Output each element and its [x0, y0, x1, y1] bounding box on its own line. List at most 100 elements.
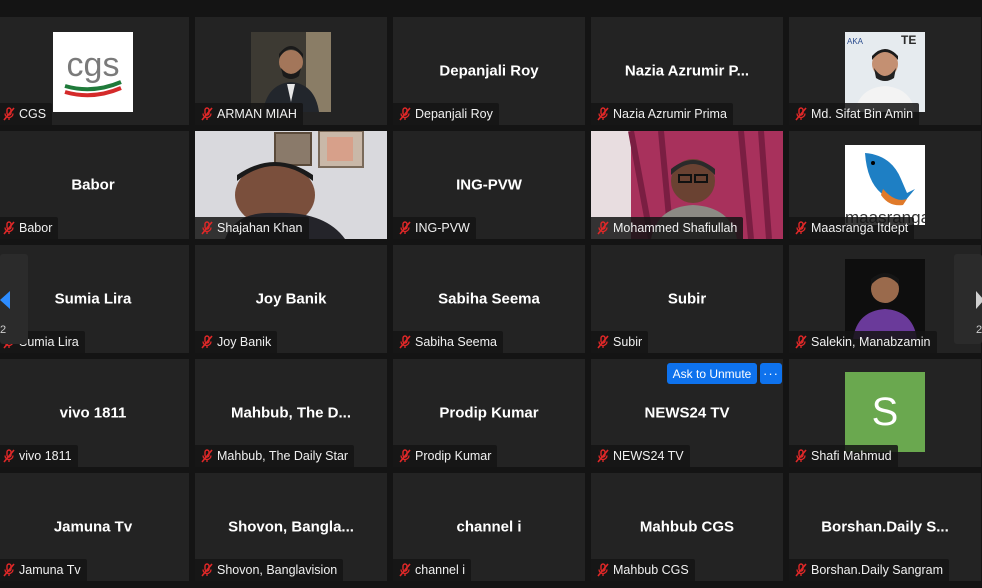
muted-mic-icon [597, 335, 609, 349]
participant-label-text: NEWS24 TV [613, 449, 684, 463]
participant-name-label: ARMAN MIAH [195, 103, 303, 125]
muted-mic-icon [201, 107, 213, 121]
participant-name-label: Subir [591, 331, 649, 353]
participant-name-label: Salekin, Manabzamin [789, 331, 937, 353]
muted-mic-icon [3, 107, 15, 121]
maasranga-logo: maasranga [845, 145, 925, 225]
muted-mic-icon [399, 107, 411, 121]
participant-tile[interactable]: Shajahan Khan [195, 131, 387, 239]
participant-tile[interactable]: maasrangaMaasranga Itdept [789, 131, 981, 239]
participant-name-label: Joy Banik [195, 331, 278, 353]
participant-name-label: Shafi Mahmud [789, 445, 898, 467]
participant-tile[interactable]: S Shafi Mahmud [789, 359, 981, 467]
participant-name-label: Nazia Azrumir Prima [591, 103, 733, 125]
muted-mic-icon [3, 221, 15, 235]
previous-page-number: 2 [0, 324, 7, 336]
muted-mic-icon [201, 449, 213, 463]
participant-tile[interactable]: Mahbub, The D... Mahbub, The Daily Star [195, 359, 387, 467]
muted-mic-icon [399, 221, 411, 235]
previous-page-button[interactable]: 2 [0, 254, 28, 344]
participant-display-name: ING-PVW [456, 176, 522, 194]
participant-photo [251, 32, 331, 112]
participant-tile[interactable]: AKA TE Md. Sifat Bin Amin [789, 17, 981, 125]
participant-display-name: vivo 1811 [59, 404, 127, 422]
muted-mic-icon [201, 335, 213, 349]
muted-mic-icon [399, 563, 411, 577]
muted-mic-icon [3, 563, 15, 577]
participant-tile[interactable]: Jamuna Tv Jamuna Tv [0, 473, 189, 581]
participant-tile[interactable]: Joy Banik Joy Banik [195, 245, 387, 353]
participant-name-label: Shajahan Khan [195, 217, 309, 239]
participant-label-text: Md. Sifat Bin Amin [811, 107, 914, 121]
participant-tile[interactable]: Mahbub CGS Mahbub CGS [591, 473, 783, 581]
next-page-button[interactable]: 2 [954, 254, 982, 344]
participant-label-text: Babor [19, 221, 53, 235]
participant-label-text: Mahbub, The Daily Star [217, 449, 349, 463]
participant-tile[interactable]: Nazia Azrumir P... Nazia Azrumir Prima [591, 17, 783, 125]
participant-label-text: Subir [613, 335, 643, 349]
participant-tile[interactable]: Prodip Kumar Prodip Kumar [393, 359, 585, 467]
participant-label-text: Borshan.Daily Sangram [811, 563, 944, 577]
participant-tile[interactable]: Borshan.Daily S... Borshan.Daily Sangram [789, 473, 981, 581]
participant-tile[interactable]: cgs CGS [0, 17, 189, 125]
participant-label-text: Jamuna Tv [19, 563, 81, 577]
muted-mic-icon [795, 563, 807, 577]
participant-label-text: Prodip Kumar [415, 449, 492, 463]
participant-tile[interactable]: ING-PVW ING-PVW [393, 131, 585, 239]
ask-to-unmute-button[interactable]: Ask to Unmute [667, 363, 757, 384]
participant-label-text: Salekin, Manabzamin [811, 335, 931, 349]
muted-mic-icon [201, 563, 213, 577]
muted-mic-icon [597, 563, 609, 577]
participant-name-label: Prodip Kumar [393, 445, 498, 467]
participant-tile[interactable]: Sabiha Seema Sabiha Seema [393, 245, 585, 353]
participant-tile[interactable]: Shovon, Bangla... Shovon, Banglavision [195, 473, 387, 581]
participant-label-text: CGS [19, 107, 47, 121]
participant-display-name: Joy Banik [255, 290, 327, 308]
participant-name-label: CGS [0, 103, 53, 125]
chevron-left-icon [0, 291, 10, 309]
participant-name-label: NEWS24 TV [591, 445, 690, 467]
participant-tile[interactable]: Salekin, Manabzamin [789, 245, 981, 353]
svg-text:TE: TE [901, 33, 916, 47]
participant-display-name: Subir [667, 290, 707, 308]
participant-photo: AKA TE [845, 32, 925, 112]
participant-label-text: Shajahan Khan [217, 221, 303, 235]
participant-label-text: ARMAN MIAH [217, 107, 297, 121]
participant-name-label: Babor [0, 217, 59, 239]
participant-label-text: Joy Banik [217, 335, 272, 349]
participant-label-text: Shafi Mahmud [811, 449, 892, 463]
next-page-number: 2 [976, 324, 982, 336]
participant-display-name: Prodip Kumar [439, 404, 539, 422]
participant-label-text: Mohammed Shafiullah [613, 221, 738, 235]
participant-tile[interactable]: vivo 1811 vivo 1811 [0, 359, 189, 467]
participant-display-name: Borshan.Daily S... [821, 518, 949, 536]
muted-mic-icon [3, 449, 15, 463]
participant-display-name: Depanjali Roy [439, 62, 539, 80]
svg-text:cgs: cgs [67, 46, 120, 84]
more-options-button[interactable]: ··· [760, 363, 782, 384]
participant-tile[interactable]: Sumia Lira Sumia Lira [0, 245, 189, 353]
participant-name-label: Mohammed Shafiullah [591, 217, 744, 239]
svg-text:AKA: AKA [847, 37, 864, 46]
participant-name-label: channel i [393, 559, 472, 581]
participant-tile[interactable]: Depanjali Roy Depanjali Roy [393, 17, 585, 125]
participant-name-label: Borshan.Daily Sangram [789, 559, 950, 581]
participant-label-text: Shovon, Banglavision [217, 563, 338, 577]
participant-label-text: ING-PVW [415, 221, 470, 235]
participant-tile[interactable]: Mohammed Shafiullah [591, 131, 783, 239]
participant-name-label: Sabiha Seema [393, 331, 504, 353]
participant-tile[interactable]: channel i channel i [393, 473, 585, 581]
gallery-grid: cgs CGS ARMAN MIAH Depanjali Roy Depanjali R… [0, 17, 982, 588]
participant-label-text: Depanjali Roy [415, 107, 493, 121]
participant-label-text: Maasranga Itdept [811, 221, 909, 235]
muted-mic-icon [399, 449, 411, 463]
participant-tile[interactable]: Babor Babor [0, 131, 189, 239]
muted-mic-icon [795, 335, 807, 349]
muted-mic-icon [597, 107, 609, 121]
muted-mic-icon [597, 221, 609, 235]
muted-mic-icon [795, 449, 807, 463]
participant-tile[interactable]: Subir Subir [591, 245, 783, 353]
participant-tile[interactable]: ARMAN MIAH [195, 17, 387, 125]
participant-display-name: channel i [456, 518, 522, 536]
participant-display-name: Shovon, Bangla... [228, 518, 354, 536]
